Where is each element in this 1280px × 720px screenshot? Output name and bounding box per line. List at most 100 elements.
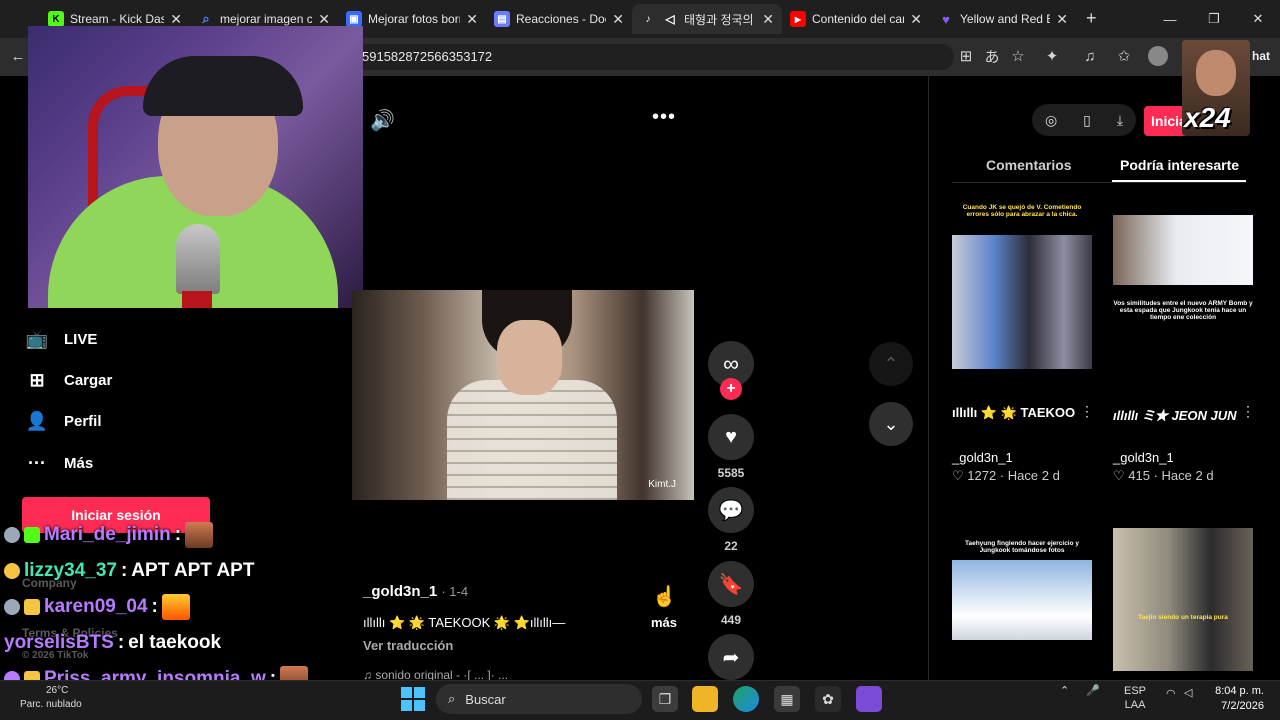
webcam-overlay: [28, 26, 363, 308]
back-icon[interactable]: ←: [8, 46, 28, 66]
mic-icon[interactable]: 🎤: [1086, 685, 1100, 697]
chat-message: Mari_de_jimin :: [4, 519, 214, 551]
translate-icon[interactable]: あ: [982, 46, 1002, 66]
tab-suggested[interactable]: Podría interesarte: [1120, 157, 1239, 173]
task-view-icon[interactable]: ❐: [652, 686, 678, 712]
profile-avatar[interactable]: [1148, 46, 1168, 66]
kebab-icon[interactable]: ⋮: [1080, 403, 1094, 420]
wifi-icon[interactable]: ◠: [1166, 687, 1176, 700]
star-icon[interactable]: ☆: [1008, 46, 1028, 66]
suggested-title[interactable]: ıllıllı ミ★ JEON JUNGKOOK ★彡...: [1113, 405, 1237, 424]
close-window-icon[interactable]: ✕: [1236, 0, 1280, 38]
close-icon[interactable]: ✕: [612, 11, 624, 28]
new-tab-icon[interactable]: +: [1086, 8, 1097, 29]
more-link[interactable]: más: [651, 615, 677, 630]
bookmark-icon[interactable]: 🔖: [708, 561, 754, 607]
save-button[interactable]: 🔖 449: [708, 561, 754, 627]
url-field[interactable]: 591582872566353172: [352, 44, 954, 70]
tab-tiktok[interactable]: ♪ ◁ 태형과 정국의 ✕: [632, 4, 782, 34]
close-icon[interactable]: ✕: [466, 11, 478, 28]
video-author[interactable]: _gold3n_1 · 1-4: [363, 583, 468, 600]
nav-profile[interactable]: 👤 Perfil: [24, 408, 102, 434]
suggested-thumbnail[interactable]: Cuando JK se quejó de V. Cometiendo erro…: [952, 200, 1092, 370]
tab-title: 태형과 정국의: [684, 12, 754, 27]
kebab-icon[interactable]: ⋮: [1241, 403, 1255, 420]
suggested-age: Hace 2 d: [1161, 468, 1214, 483]
chat-text: APT APT APT: [131, 560, 255, 581]
suggested-thumbnail[interactable]: Taehyung fingiendo hacer ejercicio y Jun…: [952, 528, 1092, 680]
system-tray: ⌃ 🎤 ESP LAA ◠ ◁: [1060, 684, 1192, 711]
translate-link[interactable]: Ver traducción: [363, 638, 453, 653]
chevron-up-icon[interactable]: ⌃: [869, 342, 913, 386]
obs-icon[interactable]: [856, 686, 882, 712]
chat-message: yorselisBTS : el taekook: [4, 632, 222, 653]
store-icon[interactable]: ▦: [774, 686, 800, 712]
follow-plus-icon[interactable]: +: [720, 378, 742, 400]
apps-icon[interactable]: ⊞: [956, 46, 976, 66]
tab-title: Reacciones - Doc: [516, 12, 607, 26]
nav-more[interactable]: ··· Más: [24, 450, 93, 476]
share-button[interactable]: ➦: [708, 634, 754, 680]
volume-icon[interactable]: 🔊: [370, 108, 395, 133]
like-button[interactable]: ♥ 5585: [708, 414, 754, 480]
overlay-face: [1196, 50, 1236, 96]
suggested-thumbnail[interactable]: Vos similitudes entre el nuevo ARMY Bomb…: [1113, 200, 1253, 370]
tab-title: mejorar imagen con: [220, 12, 313, 26]
thumb-image: [1113, 528, 1253, 671]
suggested-thumbnail[interactable]: Taejin siendo un terapia pura: [1113, 528, 1253, 671]
close-icon[interactable]: ✕: [762, 11, 774, 28]
copilot-label[interactable]: hat: [1252, 49, 1270, 63]
video-player[interactable]: Kimt.J: [352, 290, 694, 500]
app-icon[interactable]: ✿: [815, 686, 841, 712]
nav-live[interactable]: 📺 LIVE: [24, 326, 98, 352]
thumb-caption: Cuando JK se quejó de V. Cometiendo erro…: [962, 204, 1082, 218]
clock[interactable]: 8:04 p. m. 7/2/2026: [1198, 684, 1264, 714]
comment-icon[interactable]: 💬: [708, 487, 754, 533]
chat-message: lizzy34_37 : APT APT APT: [4, 555, 254, 587]
close-icon[interactable]: ✕: [318, 11, 330, 28]
speaker-icon[interactable]: ◁: [662, 11, 678, 27]
suggested-author[interactable]: _gold3n_1: [1113, 450, 1174, 465]
language-indicator[interactable]: ESP LAA: [1124, 684, 1146, 712]
comment-button[interactable]: 💬 22: [708, 487, 754, 553]
like-count: 5585: [717, 466, 745, 480]
right-toolbar: ◎ ▯ ⤓: [1032, 104, 1136, 136]
phone-icon[interactable]: ▯: [1083, 112, 1091, 129]
maximize-icon[interactable]: ❐: [1192, 0, 1236, 38]
comment-count: 22: [724, 539, 738, 553]
minimize-icon[interactable]: —: [1148, 0, 1192, 38]
window-controls: — ❐ ✕: [1148, 0, 1280, 38]
taskbar-search[interactable]: ⌕ Buscar: [436, 684, 642, 714]
tab-doc[interactable]: ▤ Reacciones - Doc ✕: [486, 4, 632, 34]
close-icon[interactable]: ✕: [910, 11, 922, 28]
nav-upload[interactable]: ⊞ Cargar: [24, 367, 112, 393]
close-icon[interactable]: ✕: [1056, 11, 1068, 28]
tab-youtube[interactable]: ▶ Contenido del cana ✕: [782, 4, 930, 34]
more-options-icon[interactable]: •••: [652, 106, 676, 129]
download-icon[interactable]: ⤓: [1117, 112, 1123, 129]
close-icon[interactable]: ✕: [170, 11, 182, 28]
suggested-likes: 1272: [967, 468, 997, 483]
weather-widget[interactable]: 26°C Parc. nublado: [20, 684, 82, 712]
tab-yellow-red[interactable]: ♥ Yellow and Red Bri ✕: [930, 4, 1076, 34]
save-count: 449: [720, 613, 742, 627]
start-icon[interactable]: [401, 687, 425, 711]
tab-active-indicator: [1112, 180, 1246, 182]
speaker-icon[interactable]: ◁: [1184, 686, 1192, 699]
user-icon: 👤: [25, 410, 49, 431]
extensions-icon[interactable]: ✦: [1042, 46, 1062, 66]
suggested-author[interactable]: _gold3n_1: [952, 450, 1013, 465]
file-explorer-icon[interactable]: [692, 686, 718, 712]
music-icon[interactable]: ♫: [1080, 46, 1100, 66]
chevron-down-icon[interactable]: ⌄: [869, 402, 913, 446]
url-text: 591582872566353172: [362, 49, 493, 64]
suggested-title[interactable]: ıllıllı ⭐ 🌟 TAEKOOK 🌟 ...: [952, 405, 1076, 421]
favorites-icon[interactable]: ✩: [1114, 46, 1134, 66]
heart-icon[interactable]: ♥: [708, 414, 754, 460]
chevron-up-icon[interactable]: ⌃: [1060, 685, 1069, 697]
part-label: · 1-4: [441, 584, 469, 599]
share-icon[interactable]: ➦: [708, 634, 754, 680]
edge-icon[interactable]: [733, 686, 759, 712]
compass-icon[interactable]: ◎: [1045, 112, 1057, 129]
tab-comments[interactable]: Comentarios: [986, 157, 1072, 173]
